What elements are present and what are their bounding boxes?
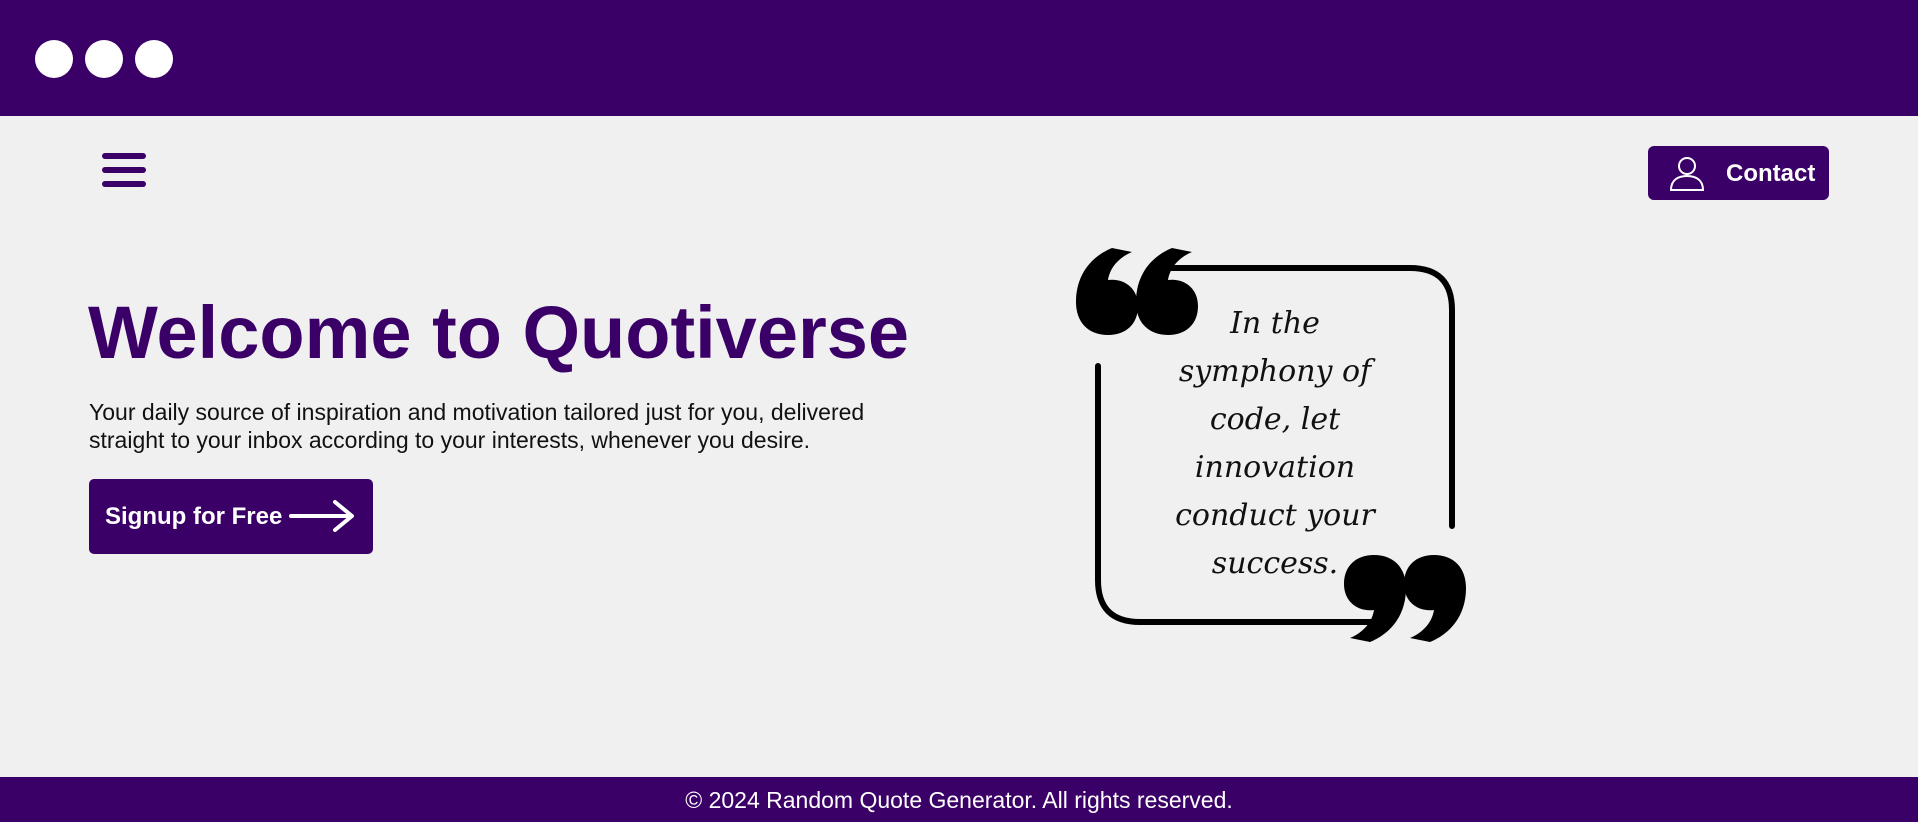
menu-line — [102, 167, 146, 173]
footer: © 2024 Random Quote Generator. All right… — [0, 777, 1918, 822]
quote-line: In the — [1230, 306, 1320, 341]
quote-line: symphony of — [1178, 354, 1372, 389]
window-control-dot[interactable] — [85, 40, 123, 78]
copyright-text: © 2024 Random Quote Generator. All right… — [685, 787, 1233, 813]
person-icon — [1669, 157, 1705, 191]
signup-label: Signup for Free — [105, 503, 283, 530]
signup-button[interactable]: Signup for Free — [89, 479, 373, 554]
menu-line — [102, 153, 146, 159]
page-title: Welcome to Quotiverse — [88, 291, 910, 374]
hero-description: Your daily source of inspiration and mot… — [89, 399, 865, 453]
quote-line: code, let — [1209, 402, 1341, 437]
quote-line: success. — [1211, 546, 1339, 581]
quote-text: In the symphony of code, let innovation … — [1165, 300, 1385, 588]
hamburger-menu-icon[interactable] — [102, 151, 146, 191]
arrow-right-icon — [289, 500, 354, 532]
contact-label: Contact — [1726, 160, 1816, 187]
quote-line: conduct your — [1175, 498, 1375, 533]
window-control-dot[interactable] — [135, 40, 173, 78]
quote-line: innovation — [1194, 450, 1356, 485]
window-titlebar — [0, 0, 1918, 116]
contact-button[interactable]: Contact — [1648, 146, 1829, 200]
window-control-dot[interactable] — [35, 40, 73, 78]
menu-line — [102, 181, 146, 187]
